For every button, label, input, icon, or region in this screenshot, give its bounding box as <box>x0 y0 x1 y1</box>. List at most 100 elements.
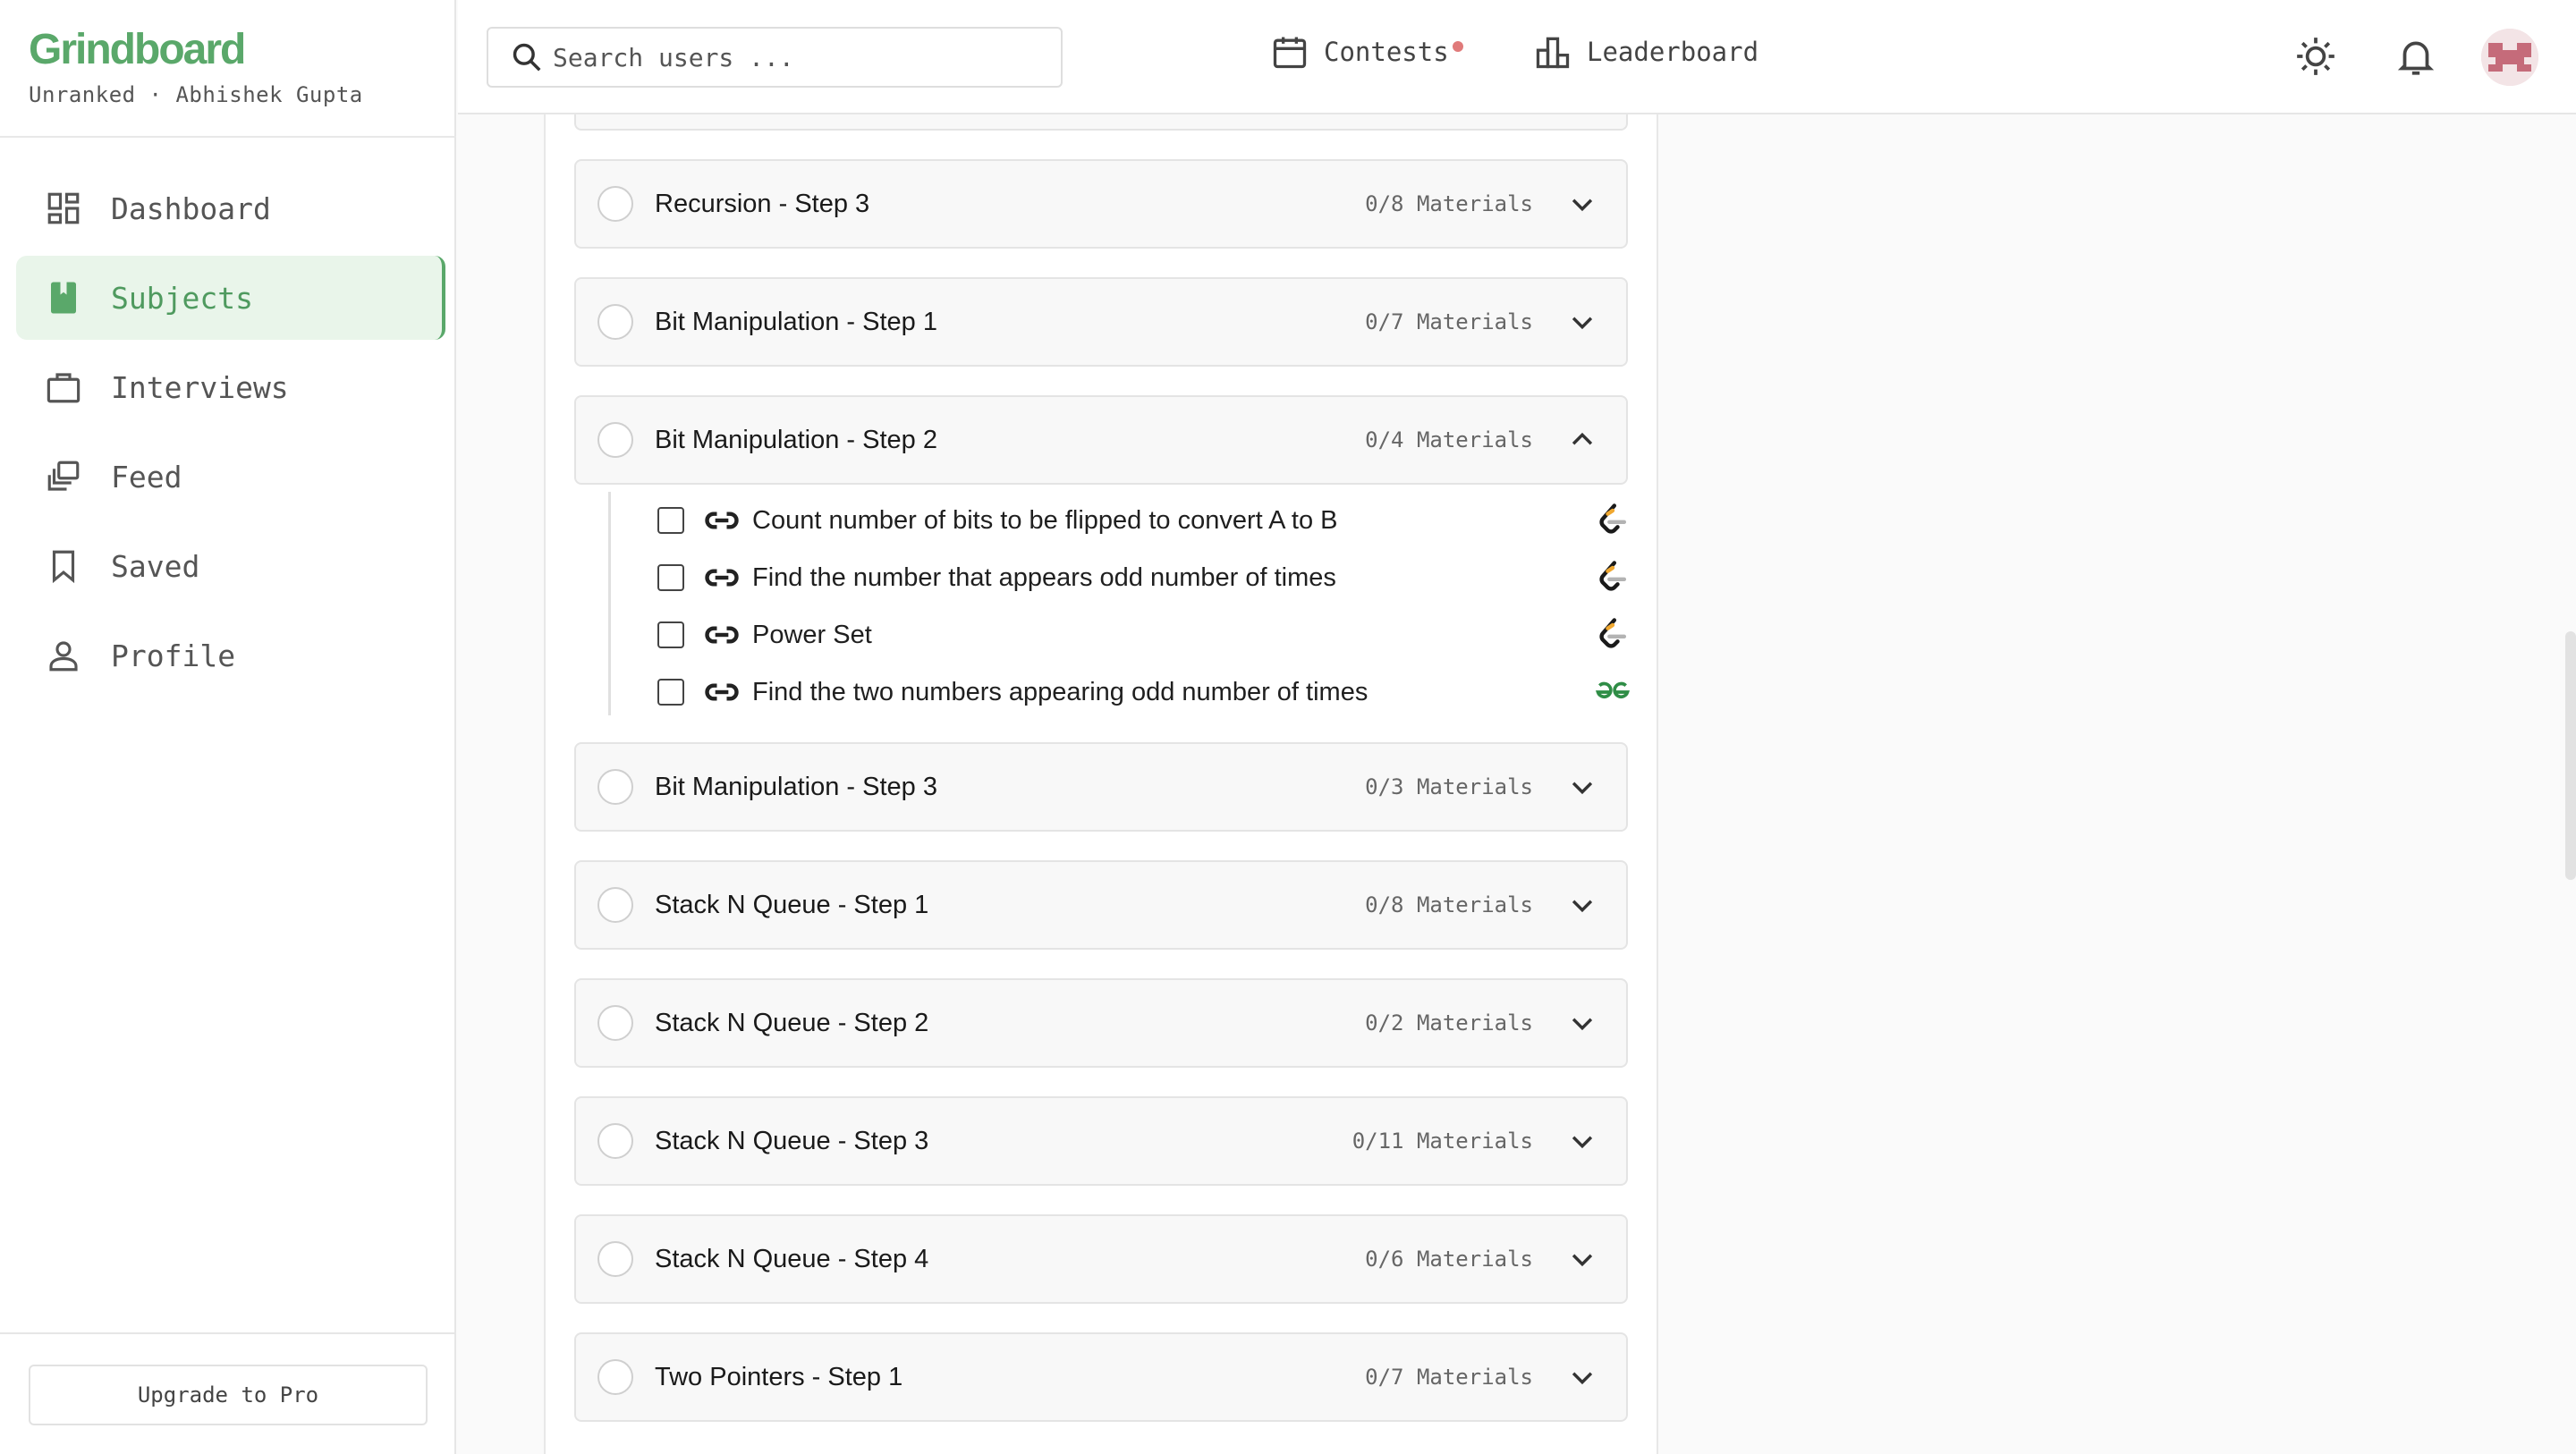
chevron-up-icon <box>1572 432 1593 445</box>
list-item: Count number of bits to be flipped to co… <box>657 497 1632 544</box>
section-card[interactable]: Stack N Queue - Step 1 0/8 Materials <box>574 860 1628 950</box>
sidebar-nav: Dashboard Subjects Interviews Feed Saved… <box>16 166 445 703</box>
sidebar-footer: Upgrade to Pro <box>0 1332 456 1454</box>
search-input[interactable] <box>553 42 1054 72</box>
avatar[interactable] <box>2481 29 2538 86</box>
chevron-down-icon <box>1572 1018 1593 1031</box>
link-icon <box>705 569 739 587</box>
briefcase-icon <box>47 373 80 403</box>
sidebar: Grindboard Unranked · Abhishek Gupta Das… <box>0 0 456 1454</box>
sidebar-item-saved[interactable]: Saved <box>16 524 445 608</box>
search-icon <box>513 43 541 72</box>
sidebar-item-interviews[interactable]: Interviews <box>16 345 445 429</box>
section-count: 0/2 Materials <box>1365 1010 1533 1036</box>
leaderboard-link[interactable]: Leaderboard <box>1533 32 1758 72</box>
feed-icon <box>47 461 80 491</box>
notification-dot <box>1453 41 1463 52</box>
section-card[interactable]: Bit Manipulation - Step 3 0/3 Materials <box>574 742 1628 832</box>
contests-label: Contests <box>1324 37 1449 67</box>
avatar-image <box>2481 29 2538 86</box>
section-card[interactable]: Bit Manipulation - Step 1 0/7 Materials <box>574 277 1628 367</box>
section-title: Stack N Queue - Step 1 <box>655 890 929 919</box>
scrollbar[interactable] <box>2565 631 2576 880</box>
material-checkbox[interactable] <box>657 679 684 706</box>
sidebar-item-profile[interactable]: Profile <box>16 613 445 697</box>
chevron-down-icon <box>1572 900 1593 913</box>
material-title[interactable]: Count number of bits to be flipped to co… <box>752 506 1593 536</box>
chevron-down-icon <box>1572 199 1593 212</box>
section-title: Bit Manipulation - Step 2 <box>655 425 937 454</box>
material-title[interactable]: Find the two numbers appearing odd numbe… <box>752 678 1593 707</box>
material-title[interactable]: Find the number that appears odd number … <box>752 563 1593 593</box>
top-bar: Contests Leaderboard <box>458 0 2576 114</box>
section-count: 0/7 Materials <box>1365 1365 1533 1390</box>
leetcode-icon[interactable] <box>1593 558 1632 597</box>
list-item: Find the number that appears odd number … <box>657 554 1632 601</box>
section-card[interactable]: Two Pointers - Step 1 0/7 Materials <box>574 1332 1628 1422</box>
chevron-down-icon <box>1572 1372 1593 1385</box>
leetcode-icon[interactable] <box>1593 615 1632 655</box>
link-icon <box>705 511 739 529</box>
link-icon <box>705 683 739 701</box>
section-count: 0/4 Materials <box>1365 427 1533 452</box>
sidebar-item-dashboard[interactable]: Dashboard <box>16 166 445 250</box>
sidebar-item-label: Interviews <box>111 369 289 405</box>
sidebar-item-feed[interactable]: Feed <box>16 435 445 519</box>
sidebar-item-label: Dashboard <box>111 190 271 226</box>
person-icon <box>49 641 78 672</box>
progress-circle <box>597 769 633 805</box>
progress-circle <box>597 1005 633 1041</box>
chevron-down-icon <box>1572 782 1593 795</box>
search-box[interactable] <box>487 27 1063 88</box>
material-checkbox[interactable] <box>657 621 684 648</box>
divider <box>0 136 456 138</box>
section-title: Stack N Queue - Step 4 <box>655 1244 929 1273</box>
progress-circle <box>597 1123 633 1159</box>
link-icon <box>705 626 739 644</box>
bookmark-icon <box>52 550 75 584</box>
leaderboard-icon <box>1536 37 1570 69</box>
chevron-down-icon <box>1572 1254 1593 1267</box>
section-card-expanded[interactable]: Bit Manipulation - Step 2 0/4 Materials <box>574 395 1628 485</box>
section-card[interactable]: Stack N Queue - Step 4 0/6 Materials <box>574 1214 1628 1304</box>
geeksforgeeks-icon[interactable] <box>1593 672 1632 712</box>
chevron-down-icon <box>1572 317 1593 330</box>
chevron-down-icon <box>1572 1136 1593 1149</box>
section-count: 0/11 Materials <box>1352 1129 1533 1154</box>
material-checkbox[interactable] <box>657 564 684 591</box>
material-title[interactable]: Power Set <box>752 621 1593 650</box>
progress-circle <box>597 304 633 340</box>
sidebar-item-label: Subjects <box>111 280 253 316</box>
brand: Grindboard Unranked · Abhishek Gupta <box>29 27 363 108</box>
progress-circle <box>597 1241 633 1277</box>
section-title: Bit Manipulation - Step 1 <box>655 307 937 336</box>
bell-icon[interactable] <box>2394 34 2438 79</box>
book-icon <box>51 282 76 314</box>
section-card[interactable]: Recursion - Step 3 0/8 Materials <box>574 159 1628 249</box>
section-count: 0/7 Materials <box>1365 309 1533 334</box>
calendar-icon <box>1273 37 1307 69</box>
material-checkbox[interactable] <box>657 507 684 534</box>
user-rank-line: Unranked · Abhishek Gupta <box>29 82 363 107</box>
sidebar-item-label: Profile <box>111 638 236 673</box>
upgrade-button[interactable]: Upgrade to Pro <box>29 1365 428 1425</box>
sidebar-item-subjects[interactable]: Subjects <box>16 256 445 340</box>
sun-icon[interactable] <box>2293 34 2338 79</box>
section-count: 0/8 Materials <box>1365 191 1533 216</box>
contests-link[interactable]: Contests <box>1270 32 1449 72</box>
section-title: Bit Manipulation - Step 3 <box>655 772 937 801</box>
leaderboard-label: Leaderboard <box>1587 37 1759 67</box>
section-card-partial <box>574 114 1628 131</box>
progress-circle <box>597 186 633 222</box>
section-title: Two Pointers - Step 1 <box>655 1362 903 1391</box>
dashboard-icon <box>47 192 80 224</box>
progress-circle <box>597 1359 633 1395</box>
leetcode-icon[interactable] <box>1593 501 1632 540</box>
sidebar-item-label: Saved <box>111 548 200 584</box>
section-title: Stack N Queue - Step 2 <box>655 1008 929 1037</box>
section-card[interactable]: Stack N Queue - Step 3 0/11 Materials <box>574 1096 1628 1186</box>
section-card[interactable]: Stack N Queue - Step 2 0/2 Materials <box>574 978 1628 1068</box>
app-logo[interactable]: Grindboard <box>29 27 363 73</box>
list-item: Power Set <box>657 612 1632 658</box>
section-count: 0/6 Materials <box>1365 1247 1533 1272</box>
